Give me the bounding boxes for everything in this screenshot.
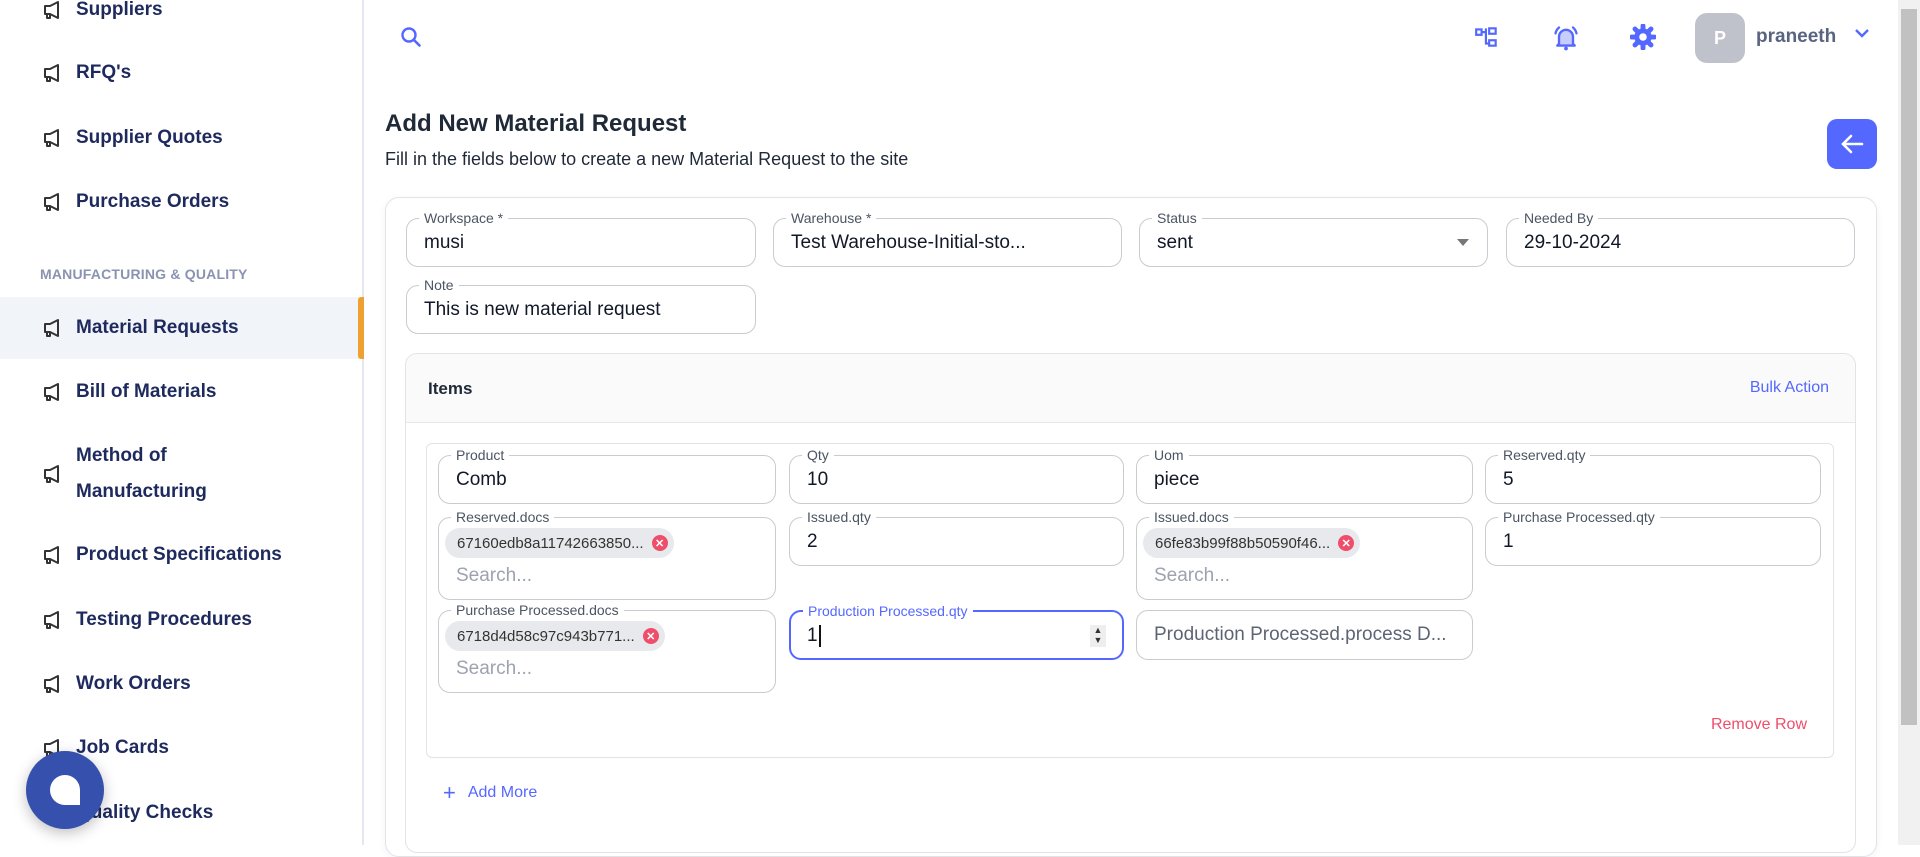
bulk-action-button[interactable]: Bulk Action [1750,379,1829,397]
sidebar-item-testing-procedures[interactable]: Testing Procedures [0,602,362,638]
megaphone-icon [42,192,62,212]
page-subtitle: Fill in the fields below to create a new… [385,149,909,169]
gear-icon[interactable] [1630,24,1656,50]
warehouse-field[interactable]: Warehouse * Test Warehouse-Initial-sto... [773,210,1122,267]
uom-field[interactable]: Uom piece [1136,447,1473,504]
arrow-left-icon [1841,134,1864,154]
production-processed-process-field[interactable]: Production Processed.process D... [1136,610,1473,660]
avatar[interactable]: P [1695,13,1745,63]
megaphone-icon [42,545,62,565]
note-field[interactable]: Note This is new material request [406,277,756,334]
product-field[interactable]: Product Comb [438,447,776,504]
username[interactable]: praneeth [1756,26,1836,48]
chat-icon [50,775,80,805]
add-more-button[interactable]: + Add More [443,780,537,806]
megaphone-icon [42,318,62,338]
remove-row-button[interactable]: Remove Row [1711,716,1807,734]
dropdown-arrow-icon [1457,239,1469,252]
chat-launcher-button[interactable] [26,751,104,829]
scrollbar-thumb[interactable] [1901,9,1917,725]
qty-field[interactable]: Qty 10 [789,447,1124,504]
purchase-processed-docs-field[interactable]: Purchase Processed.docs 6718d4d58c97c943b… [438,602,776,693]
sidebar-item-product-specifications[interactable]: Product Specifications [0,537,362,573]
number-spinner[interactable]: ▲ ▼ [1090,625,1106,647]
sidebar-item-bill-of-materials[interactable]: Bill of Materials [0,374,362,410]
needed-by-field[interactable]: Needed By 29-10-2024 [1506,210,1855,267]
reserved-docs-field[interactable]: Reserved.docs 67160edb8a11742663850... ✕ Se… [438,509,776,600]
doc-chip: 66fe83b99f88b50590f46... ✕ [1143,528,1361,558]
sidebar-item-rfqs[interactable]: RFQ's [0,55,362,91]
remove-chip-icon[interactable]: ✕ [651,535,668,551]
doc-chip: 6718d4d58c97c943b771... ✕ [445,621,665,651]
plus-icon: + [443,780,456,805]
megaphone-icon [42,63,62,83]
megaphone-icon [42,674,62,694]
sidebar-section-header: MANUFACTURING & QUALITY [40,266,248,282]
sidebar-item-purchase-orders[interactable]: Purchase Orders [0,184,362,220]
bell-icon[interactable] [1552,24,1580,52]
items-title: Items [428,379,473,398]
sidebar-item-method-of-manufacturing[interactable]: Method of Manufacturing [0,438,362,510]
page-title: Add New Material Request [385,110,687,137]
purchase-processed-qty-field[interactable]: Purchase Processed.qty 1 [1485,509,1821,566]
hierarchy-icon[interactable] [1474,24,1500,50]
workspace-field[interactable]: Workspace * musi [406,210,756,267]
remove-chip-icon[interactable]: ✕ [1338,535,1355,551]
megaphone-icon [42,464,62,484]
sidebar-item-material-requests[interactable]: Material Requests [0,297,364,359]
production-processed-qty-field[interactable]: Production Processed.qty 1 ▲ ▼ [789,603,1124,660]
doc-chip: 67160edb8a11742663850... ✕ [445,528,674,558]
remove-chip-icon[interactable]: ✕ [642,628,659,644]
megaphone-icon [42,0,62,20]
back-button[interactable] [1827,119,1877,169]
chevron-down-icon[interactable] [1853,26,1871,40]
reserved-qty-field[interactable]: Reserved.qty 5 [1485,447,1821,504]
megaphone-icon [42,382,62,402]
megaphone-icon [42,128,62,148]
sidebar-item-suppliers[interactable]: Suppliers [0,0,362,28]
megaphone-icon [42,610,62,630]
status-select[interactable]: Status sent [1139,210,1488,267]
sidebar-item-work-orders[interactable]: Work Orders [0,666,362,702]
scrollbar[interactable] [1898,0,1920,845]
sidebar: Suppliers RFQ's Supplier Quotes Purchase… [0,0,364,845]
search-icon[interactable] [399,25,423,49]
issued-docs-field[interactable]: Issued.docs 66fe83b99f88b50590f46... ✕ Sear… [1136,509,1473,600]
issued-qty-field[interactable]: Issued.qty 2 [789,509,1124,566]
sidebar-item-supplier-quotes[interactable]: Supplier Quotes [0,120,362,156]
